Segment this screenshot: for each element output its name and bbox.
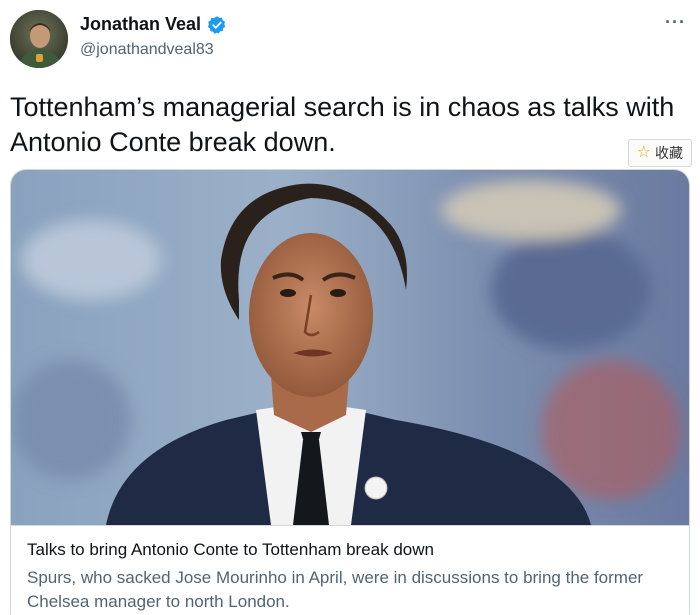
card-meta: Talks to bring Antonio Conte to Tottenha… [11, 525, 689, 615]
card-title: Talks to bring Antonio Conte to Tottenha… [27, 540, 434, 559]
tweet-text: Tottenham’s managerial search is in chao… [10, 92, 675, 157]
author-handle[interactable]: @jonathandveal83 [80, 41, 214, 59]
star-icon: ☆ [636, 144, 651, 161]
antonio-conte-photo [11, 170, 689, 525]
card-image [11, 170, 689, 525]
avatar-image [10, 10, 68, 68]
author-display-name[interactable]: Jonathan Veal [80, 14, 201, 35]
author-name-row: Jonathan Veal [80, 14, 227, 35]
link-preview-card[interactable]: Talks to bring Antonio Conte to Tottenha… [10, 169, 690, 615]
tweet: Jonathan Veal @jonathandveal83 ··· Totte… [0, 0, 700, 615]
user-avatar[interactable] [10, 10, 68, 68]
favorite-label: 收藏 [655, 145, 683, 161]
more-horizontal-icon[interactable]: ··· [665, 12, 686, 33]
favorite-button[interactable]: ☆ 收藏 [627, 139, 692, 167]
card-description: Spurs, who sacked Jose Mourinho in April… [27, 568, 644, 611]
verified-badge-icon [207, 15, 227, 35]
